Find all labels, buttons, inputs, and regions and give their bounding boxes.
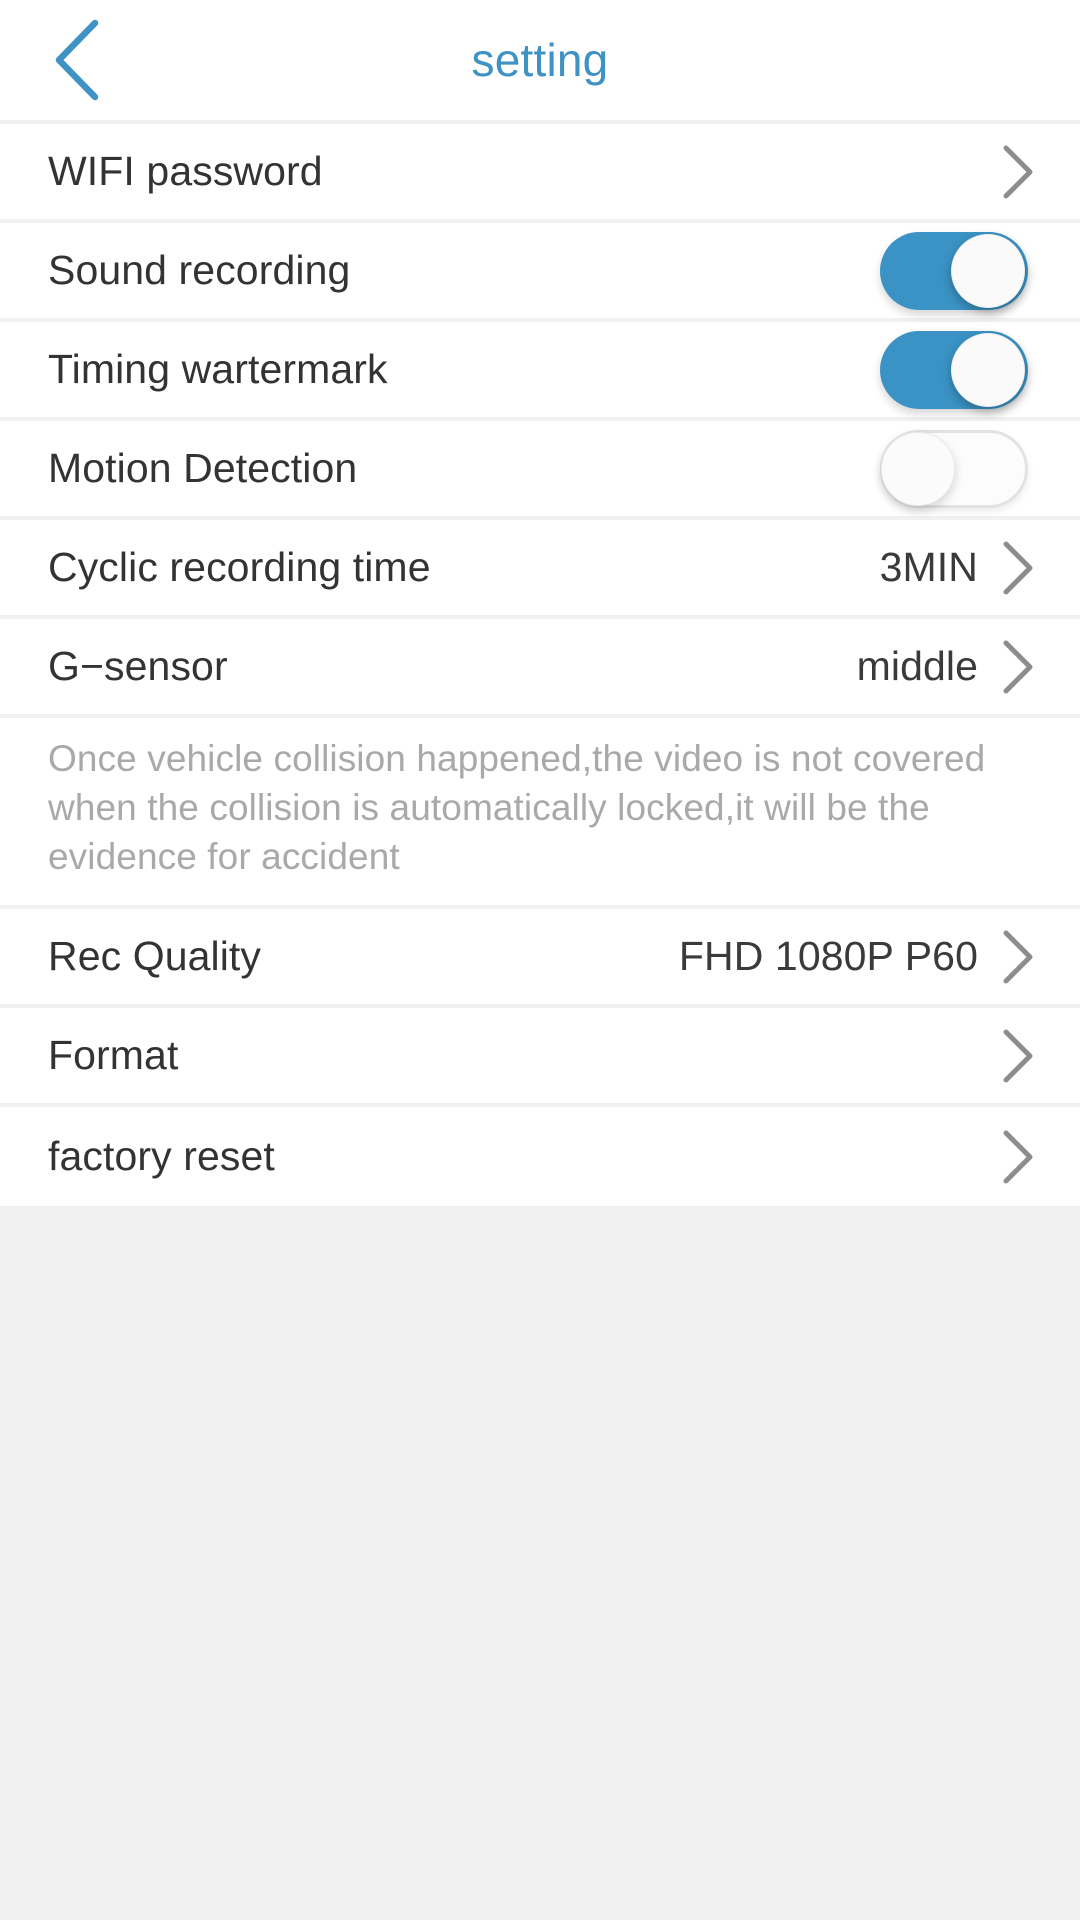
- chevron-right-icon: [996, 1128, 1040, 1186]
- row-accessory: [880, 429, 1040, 508]
- g-sensor-description: Once vehicle collision happened,the vide…: [0, 718, 1080, 909]
- empty-area: [0, 1206, 1080, 1920]
- row-accessory: middle: [857, 638, 1040, 696]
- chevron-right-icon: [996, 1027, 1040, 1085]
- settings-row-sound-recording[interactable]: Sound recording: [0, 223, 1080, 322]
- row-accessory: 3MIN: [880, 539, 1040, 597]
- settings-row-motion-detection[interactable]: Motion Detection: [0, 421, 1080, 520]
- row-label: Timing wartermark: [48, 346, 388, 392]
- row-label: G−sensor: [48, 643, 228, 689]
- toggle-sound-recording[interactable]: [880, 231, 1028, 310]
- settings-row-format[interactable]: Format: [0, 1008, 1080, 1107]
- row-accessory: [996, 1027, 1040, 1085]
- toggle-knob: [881, 431, 955, 506]
- chevron-right-icon: [996, 539, 1040, 597]
- settings-row-wifi-password[interactable]: WIFI password: [0, 124, 1080, 223]
- toggle-motion-detection[interactable]: [880, 429, 1028, 508]
- settings-row-factory-reset[interactable]: factory reset: [0, 1107, 1080, 1206]
- chevron-right-icon: [996, 143, 1040, 201]
- row-label: Format: [48, 1032, 179, 1078]
- chevron-left-icon: [49, 17, 105, 103]
- row-value: FHD 1080P P60: [678, 933, 978, 979]
- row-value: middle: [856, 643, 978, 689]
- toggle-knob: [951, 233, 1025, 308]
- settings-row-g-sensor[interactable]: G−sensor middle: [0, 619, 1080, 718]
- row-value: 3MIN: [879, 544, 978, 590]
- settings-list: WIFI password Sound recording Timing war…: [0, 120, 1080, 1206]
- settings-row-rec-quality[interactable]: Rec Quality FHD 1080P P60: [0, 909, 1080, 1008]
- description-text: Once vehicle collision happened,the vide…: [48, 738, 986, 877]
- toggle-timing-watermark[interactable]: [880, 330, 1028, 409]
- chevron-right-icon: [996, 928, 1040, 986]
- row-label: factory reset: [48, 1133, 275, 1179]
- toggle-knob: [951, 332, 1025, 407]
- row-accessory: [996, 143, 1040, 201]
- app-header: setting: [0, 0, 1080, 120]
- row-label: Cyclic recording time: [48, 544, 431, 590]
- chevron-right-icon: [996, 638, 1040, 696]
- row-accessory: [996, 1128, 1040, 1186]
- row-label: Rec Quality: [48, 933, 262, 979]
- row-label: Sound recording: [48, 247, 351, 293]
- row-accessory: [880, 330, 1040, 409]
- settings-row-timing-watermark[interactable]: Timing wartermark: [0, 322, 1080, 421]
- row-label: Motion Detection: [48, 445, 358, 491]
- row-accessory: FHD 1080P P60: [679, 928, 1040, 986]
- row-label: WIFI password: [48, 148, 323, 194]
- settings-screen: setting WIFI password Sound recording Ti…: [0, 0, 1080, 1920]
- row-accessory: [880, 231, 1040, 310]
- settings-row-cyclic-recording-time[interactable]: Cyclic recording time 3MIN: [0, 520, 1080, 619]
- page-title: setting: [471, 34, 609, 86]
- back-button[interactable]: [34, 17, 120, 103]
